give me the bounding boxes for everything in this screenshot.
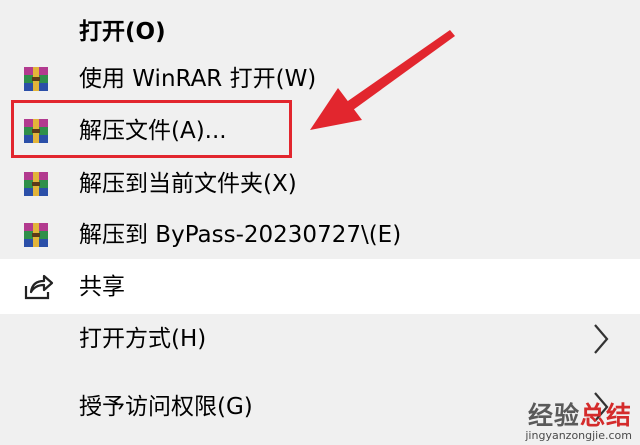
menu-item-open-with-label: 打开方式(H) (79, 325, 207, 352)
watermark-title-a: 经验 (527, 401, 580, 431)
menu-item-grant-access-label: 授予访问权限(G) (79, 393, 253, 420)
menu-item-open[interactable]: 打开(O) (0, 8, 640, 56)
share-icon (22, 272, 54, 302)
winrar-icon (23, 222, 49, 248)
menu-item-open-with-winrar[interactable]: 使用 WinRAR 打开(W) (0, 55, 640, 103)
highlight-box (11, 100, 292, 158)
menu-item-open-label: 打开(O) (79, 18, 166, 45)
menu-item-share[interactable]: 共享 (0, 263, 640, 311)
menu-item-open-with[interactable]: 打开方式(H) (0, 315, 640, 363)
menu-item-extract-here[interactable]: 解压到当前文件夹(X) (0, 160, 640, 208)
winrar-icon (23, 66, 49, 92)
context-menu: 打开(O) 使用 WinRAR 打开(W) 解压文件(A)... 解压到当前文件… (0, 0, 640, 445)
watermark-title: 经验总结 (525, 402, 632, 430)
menu-item-open-with-winrar-label: 使用 WinRAR 打开(W) (79, 65, 317, 92)
menu-item-extract-to-folder[interactable]: 解压到 ByPass-20230727\(E) (0, 211, 640, 259)
menu-item-share-label: 共享 (79, 273, 125, 300)
winrar-icon (23, 171, 49, 197)
menu-item-extract-to-folder-label: 解压到 ByPass-20230727\(E) (79, 221, 402, 248)
menu-item-extract-here-label: 解压到当前文件夹(X) (79, 170, 297, 197)
watermark: 经验总结 jingyanzongjie.com (525, 402, 632, 442)
watermark-url: jingyanzongjie.com (525, 428, 632, 442)
watermark-title-b: 总结 (579, 401, 632, 431)
chevron-right-icon (590, 321, 612, 357)
